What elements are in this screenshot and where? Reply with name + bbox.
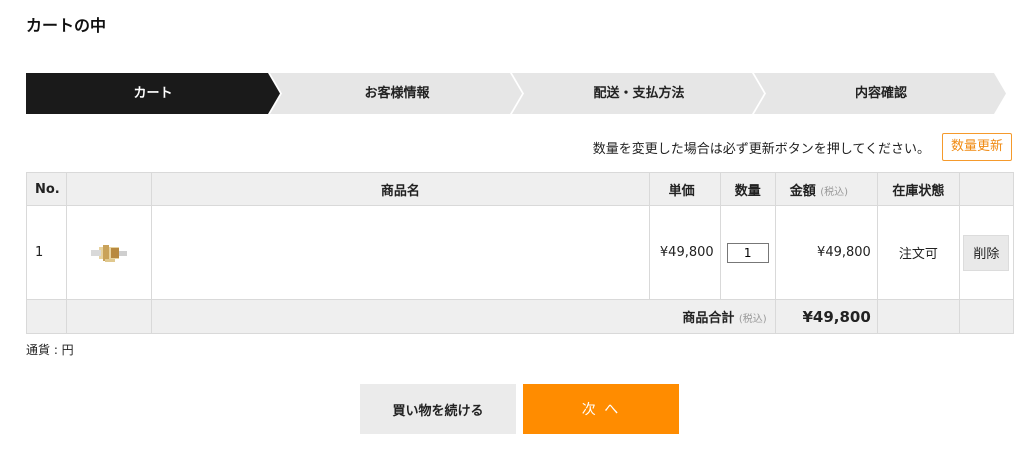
delete-cell: 削除 [958, 205, 1015, 300]
cart-table: No. 商品名 単価 数量 金額 (税込) 在庫状態 1 ¥49,800 1 ¥… [25, 172, 1015, 334]
currency-note: 通貨 : 円 [26, 343, 74, 357]
update-note: 数量を変更した場合は必ず更新ボタンを押してください。 [592, 141, 930, 157]
header-amount-tax: (税込) [820, 186, 849, 198]
header-unit-price: 単価 [648, 172, 721, 206]
update-row: 数量を変更した場合は必ず更新ボタンを押してください。 数量更新 [593, 133, 1012, 161]
header-amount-label: 金額 [789, 183, 816, 199]
step-delivery-payment: 配送・支払方法 [593, 86, 685, 101]
unit-price: ¥49,800 [648, 205, 721, 300]
header-product-name: 商品名 [151, 172, 650, 206]
quantity-input[interactable] [726, 242, 769, 263]
update-quantity-button[interactable]: 数量更新 [941, 133, 1012, 161]
footer-empty-delete [958, 299, 1015, 334]
subtotal-value: ¥49,800 [774, 299, 878, 334]
footer-empty-image [66, 299, 153, 334]
step-confirm: 内容確認 [854, 86, 907, 101]
header-amount: 金額 (税込) [774, 172, 878, 206]
header-no: No. [25, 172, 68, 206]
quantity-cell [719, 205, 776, 300]
table-row: 1 ¥49,800 ¥49,800 注文可 削除 [25, 205, 1015, 300]
next-button[interactable]: 次 へ [523, 384, 679, 434]
subtotal-label-cell: 商品合計 (税込) [151, 299, 776, 334]
step-customer-info: お客様情報 [364, 86, 430, 101]
continue-shopping-button[interactable]: 買い物を続ける [360, 384, 516, 434]
delete-button[interactable]: 削除 [963, 234, 1010, 271]
subtotal-label: 商品合計 [682, 311, 735, 326]
stock-status: 注文可 [876, 205, 960, 300]
header-quantity: 数量 [719, 172, 776, 206]
product-thumbnail-cell[interactable] [66, 205, 153, 300]
table-header-row: No. 商品名 単価 数量 金額 (税込) 在庫状態 [25, 172, 1015, 206]
footer-empty-stock [876, 299, 960, 334]
header-delete [958, 172, 1015, 206]
product-thumbnail[interactable] [85, 239, 133, 267]
table-footer-row: 商品合計 (税込) ¥49,800 [25, 299, 1015, 334]
row-no: 1 [25, 205, 68, 300]
footer-empty-no [25, 299, 68, 334]
header-stock: 在庫状態 [876, 172, 960, 206]
subtotal-tax: (税込) [738, 314, 767, 325]
header-image [66, 172, 153, 206]
line-amount: ¥49,800 [774, 205, 878, 300]
checkout-steps: カート お客様情報 配送・支払方法 内容確認 [26, 73, 1006, 114]
page-title: カートの中 [26, 16, 107, 35]
step-cart: カート [133, 86, 173, 101]
product-name[interactable] [151, 205, 650, 300]
